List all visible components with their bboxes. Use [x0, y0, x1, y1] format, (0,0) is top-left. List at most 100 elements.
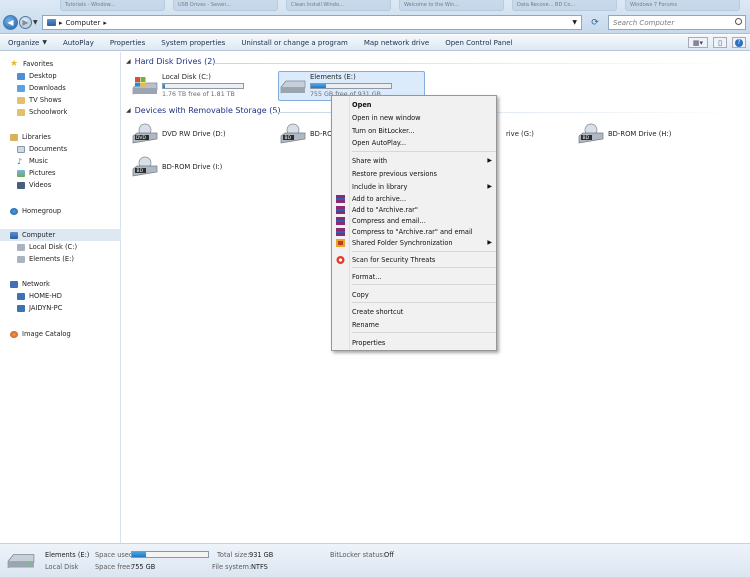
drive-dvd-rw-d[interactable]: DVD DVD RW Drive (D:): [132, 123, 242, 145]
bg-tab[interactable]: Windows 7 Forums: [625, 0, 740, 11]
nav-home-hd[interactable]: HOME-HD: [17, 290, 138, 302]
nav-schoolwork[interactable]: Schoolwork: [17, 106, 138, 118]
nav-image-catalog[interactable]: Image Catalog: [10, 328, 131, 340]
bg-tab[interactable]: Clean Install Windo...: [286, 0, 391, 11]
address-path-arrow[interactable]: ▸: [103, 19, 107, 27]
nav-local-disk-c[interactable]: Local Disk (C:): [17, 241, 138, 253]
nav-label: Pictures: [29, 169, 56, 177]
menu-copy[interactable]: Copy: [352, 289, 496, 300]
hard-drive-icon: [17, 255, 25, 263]
organize-label: Organize: [8, 38, 40, 47]
drive-bd-rom-i[interactable]: BD BD-ROM Drive (I:): [132, 156, 242, 178]
menu-add-to-archive-rar[interactable]: Add to "Archive.rar": [352, 204, 496, 215]
nav-libraries[interactable]: Libraries: [10, 131, 131, 143]
search-input[interactable]: Search Computer: [608, 15, 746, 30]
collapse-triangle-icon: ◢: [126, 107, 131, 114]
nav-jaidyn-pc[interactable]: JAIDYN-PC: [17, 302, 138, 314]
nav-computer[interactable]: Computer: [0, 229, 121, 241]
address-dropdown-icon[interactable]: ▼: [572, 19, 577, 26]
bg-tab[interactable]: USB Drives - Seven...: [173, 0, 278, 11]
group-header-hard-disk[interactable]: ◢ Hard Disk Drives (2): [126, 57, 215, 66]
menu-label: Create shortcut: [352, 307, 404, 316]
menu-shared-folder-sync[interactable]: Shared Folder Synchronization ▶: [352, 237, 496, 248]
nav-elements-e[interactable]: Elements (E:): [17, 253, 138, 265]
menu-create-shortcut[interactable]: Create shortcut: [352, 306, 496, 317]
menu-rename[interactable]: Rename: [352, 319, 496, 330]
drive-local-disk-c[interactable]: Local Disk (C:) 1.76 TB free of 1.81 TB: [132, 72, 272, 100]
uninstall-button[interactable]: Uninstall or change a program: [233, 39, 356, 47]
nav-tv-shows[interactable]: TV Shows: [17, 94, 138, 106]
hard-drive-icon: [7, 554, 35, 569]
menu-compress-rar-email[interactable]: Compress to "Archive.rar" and email: [352, 226, 496, 237]
bd-drive-icon: BD: [578, 123, 604, 144]
nav-downloads[interactable]: Downloads: [17, 82, 138, 94]
address-separator: ▸: [59, 18, 63, 27]
submenu-arrow-icon: ▶: [487, 157, 492, 164]
nav-pictures[interactable]: Pictures: [17, 167, 138, 179]
system-properties-button[interactable]: System properties: [153, 39, 233, 47]
menu-turn-on-bitlocker[interactable]: Turn on BitLocker...: [352, 125, 496, 136]
menu-add-to-archive[interactable]: Add to archive...: [352, 193, 496, 204]
menu-open-autoplay[interactable]: Open AutoPlay...: [352, 137, 496, 148]
autoplay-button[interactable]: AutoPlay: [55, 39, 102, 47]
detail-name: Elements (E:): [45, 551, 90, 559]
bg-tab[interactable]: Welcome to the Win...: [399, 0, 504, 11]
back-button[interactable]: ◀: [3, 15, 18, 30]
menu-format[interactable]: Format...: [352, 271, 496, 282]
menu-include-in-library[interactable]: Include in library ▶: [352, 181, 496, 192]
menu-label: Compress and email...: [352, 216, 426, 225]
drive-capacity-fill: [163, 84, 166, 88]
menu-separator: [352, 151, 496, 152]
nav-music[interactable]: ♪ Music: [17, 155, 138, 167]
drive-bd-rom-h[interactable]: BD BD-ROM Drive (H:): [578, 123, 698, 145]
help-button[interactable]: ?: [732, 37, 746, 48]
windows-drive-icon: [132, 77, 158, 95]
view-controls: ▦▾ ▯ ?: [688, 37, 746, 48]
menu-separator: [352, 251, 496, 252]
menu-open-new-window[interactable]: Open in new window: [352, 112, 496, 123]
nav-desktop[interactable]: Desktop: [17, 70, 138, 82]
chevron-down-icon: ▼: [42, 39, 47, 46]
menu-restore-previous[interactable]: Restore previous versions: [352, 168, 496, 179]
file-system-label: File system:: [212, 563, 252, 571]
preview-pane-button[interactable]: ▯: [713, 37, 727, 48]
menu-share-with[interactable]: Share with ▶: [352, 155, 496, 166]
group-divider: [214, 63, 744, 64]
forward-button[interactable]: ▶: [19, 16, 32, 29]
search-placeholder: Search Computer: [613, 19, 675, 27]
nav-network[interactable]: Network: [10, 278, 131, 290]
group-header-removable[interactable]: ◢ Devices with Removable Storage (5): [126, 106, 281, 115]
nav-label: Videos: [29, 181, 52, 189]
open-control-panel-button[interactable]: Open Control Panel: [437, 39, 520, 47]
menu-open[interactable]: Open: [352, 99, 496, 110]
menu-separator: [352, 284, 496, 285]
network-icon: [10, 280, 18, 288]
organize-button[interactable]: Organize ▼: [0, 39, 55, 47]
menu-scan-security[interactable]: Scan for Security Threats: [352, 254, 496, 265]
refresh-icon: ⟳: [591, 17, 599, 28]
group-title: Devices with Removable Storage (5): [134, 106, 281, 115]
change-view-button[interactable]: ▦▾: [688, 37, 708, 48]
address-bar[interactable]: ▸ Computer ▸ ▼: [42, 15, 582, 30]
properties-button[interactable]: Properties: [102, 39, 153, 47]
bg-tab-label: Data Recove... BD Co...: [517, 2, 576, 8]
menu-label: Compress to "Archive.rar" and email: [352, 227, 473, 236]
menu-compress-and-email[interactable]: Compress and email...: [352, 215, 496, 226]
bg-tab-label: Windows 7 Forums: [630, 2, 678, 8]
nav-label: Music: [29, 157, 49, 165]
winrar-icon: [336, 206, 345, 214]
search-icon[interactable]: [735, 18, 742, 25]
nav-homegroup[interactable]: Homegroup: [10, 205, 131, 217]
nav-videos[interactable]: Videos: [17, 179, 138, 191]
bg-tab[interactable]: Tutorials - Window...: [60, 0, 165, 11]
map-network-drive-button[interactable]: Map network drive: [356, 39, 437, 47]
menu-label: Add to "Archive.rar": [352, 205, 418, 214]
menu-properties[interactable]: Properties: [352, 337, 496, 348]
nav-documents[interactable]: Documents: [17, 143, 138, 155]
refresh-button[interactable]: ⟳: [586, 16, 604, 29]
nav-favorites[interactable]: ★ Favorites: [10, 58, 131, 70]
bg-tab[interactable]: Data Recove... BD Co...: [512, 0, 617, 11]
drive-bd-rom-g[interactable]: rive (G:): [498, 123, 558, 145]
recent-pages-dropdown[interactable]: ▼: [33, 19, 38, 26]
address-path[interactable]: Computer: [66, 19, 101, 27]
